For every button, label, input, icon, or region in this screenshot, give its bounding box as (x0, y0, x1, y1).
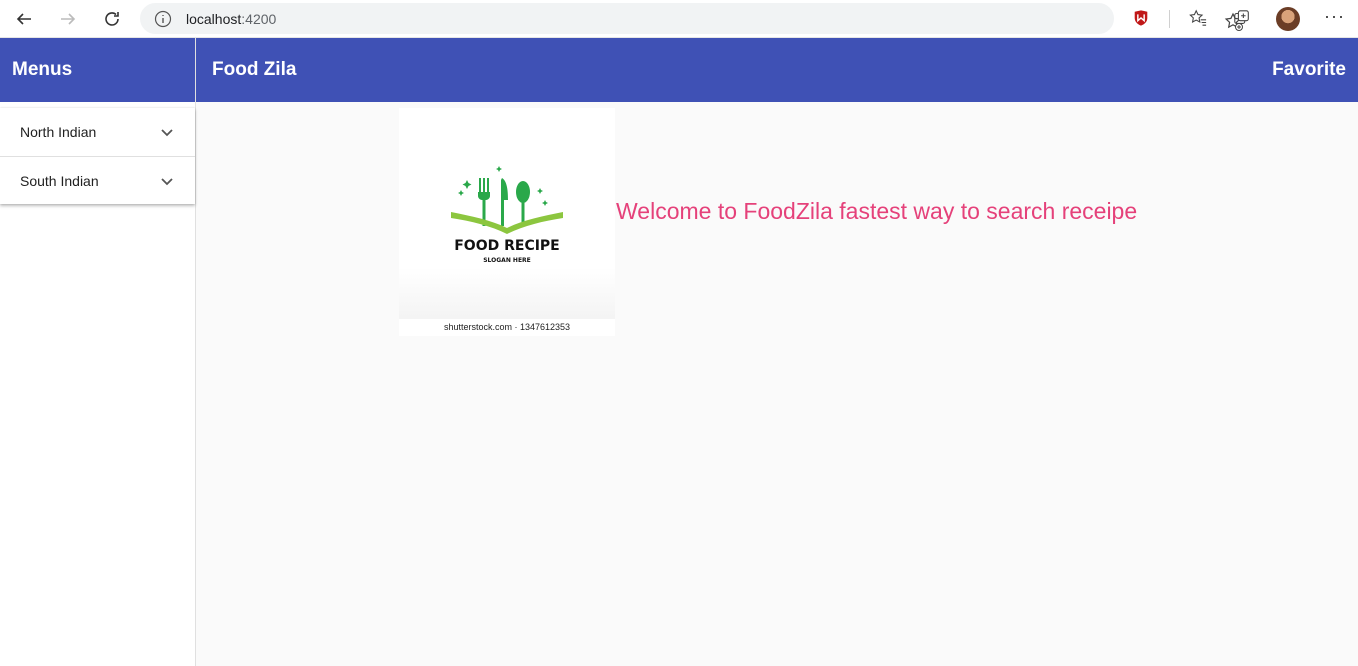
menu-accordion: North Indian South Indian (0, 108, 195, 204)
welcome-message: Welcome to FoodZila fastest way to searc… (616, 198, 1138, 224)
reload-icon (105, 12, 119, 26)
forward-button[interactable] (57, 8, 79, 30)
menu-item-label: South Indian (20, 172, 99, 189)
info-icon[interactable] (154, 10, 172, 28)
back-button[interactable] (13, 8, 35, 30)
favorites-button[interactable] (1188, 8, 1208, 28)
favorite-link[interactable]: Favorite (1272, 59, 1346, 81)
arrow-right-icon (61, 13, 76, 25)
food-recipe-logo-image: FOOD RECIPE SLOGAN HERE shutterstock.com… (399, 108, 615, 336)
knife-icon (501, 178, 508, 226)
image-caption: shutterstock.com · 1347612353 (399, 319, 615, 336)
app-toolbar: Food Zila Favorite (196, 38, 1358, 102)
shield-m-icon (1134, 10, 1148, 26)
menu-item-north-indian[interactable]: North Indian (0, 108, 195, 156)
url-text[interactable]: localhost:4200 (186, 11, 276, 27)
url-host: localhost (186, 11, 242, 27)
chevron-down-icon (161, 129, 173, 137)
app-title: Food Zila (212, 59, 297, 80)
reload-button[interactable] (101, 8, 123, 30)
sidebar: Menus North Indian South Indian (0, 38, 196, 666)
spoon-icon (516, 181, 530, 226)
logo-slogan: SLOGAN HERE (483, 257, 531, 264)
browser-toolbar: localhost:4200 ··· (0, 0, 1358, 38)
sidebar-title: Menus (0, 38, 195, 102)
collections-icon (1234, 10, 1249, 24)
mcafee-extension-button[interactable] (1131, 8, 1151, 28)
open-book-icon (451, 212, 563, 234)
address-bar[interactable]: localhost:4200 (140, 3, 1243, 34)
main-content: FOOD RECIPE SLOGAN HERE shutterstock.com… (196, 102, 1358, 666)
profile-avatar[interactable] (1276, 7, 1300, 31)
toolbar-divider (1169, 10, 1170, 28)
menu-item-label: North Indian (20, 124, 97, 140)
chevron-down-icon (161, 177, 173, 185)
arrow-left-icon (16, 13, 31, 25)
logo-title: FOOD RECIPE (454, 238, 560, 254)
menu-item-south-indian[interactable]: South Indian (0, 156, 195, 204)
url-port: :4200 (241, 11, 277, 27)
favorites-list-icon (1189, 9, 1207, 26)
more-menu-button[interactable]: ··· (1324, 6, 1345, 27)
collections-button[interactable] (1232, 8, 1252, 28)
